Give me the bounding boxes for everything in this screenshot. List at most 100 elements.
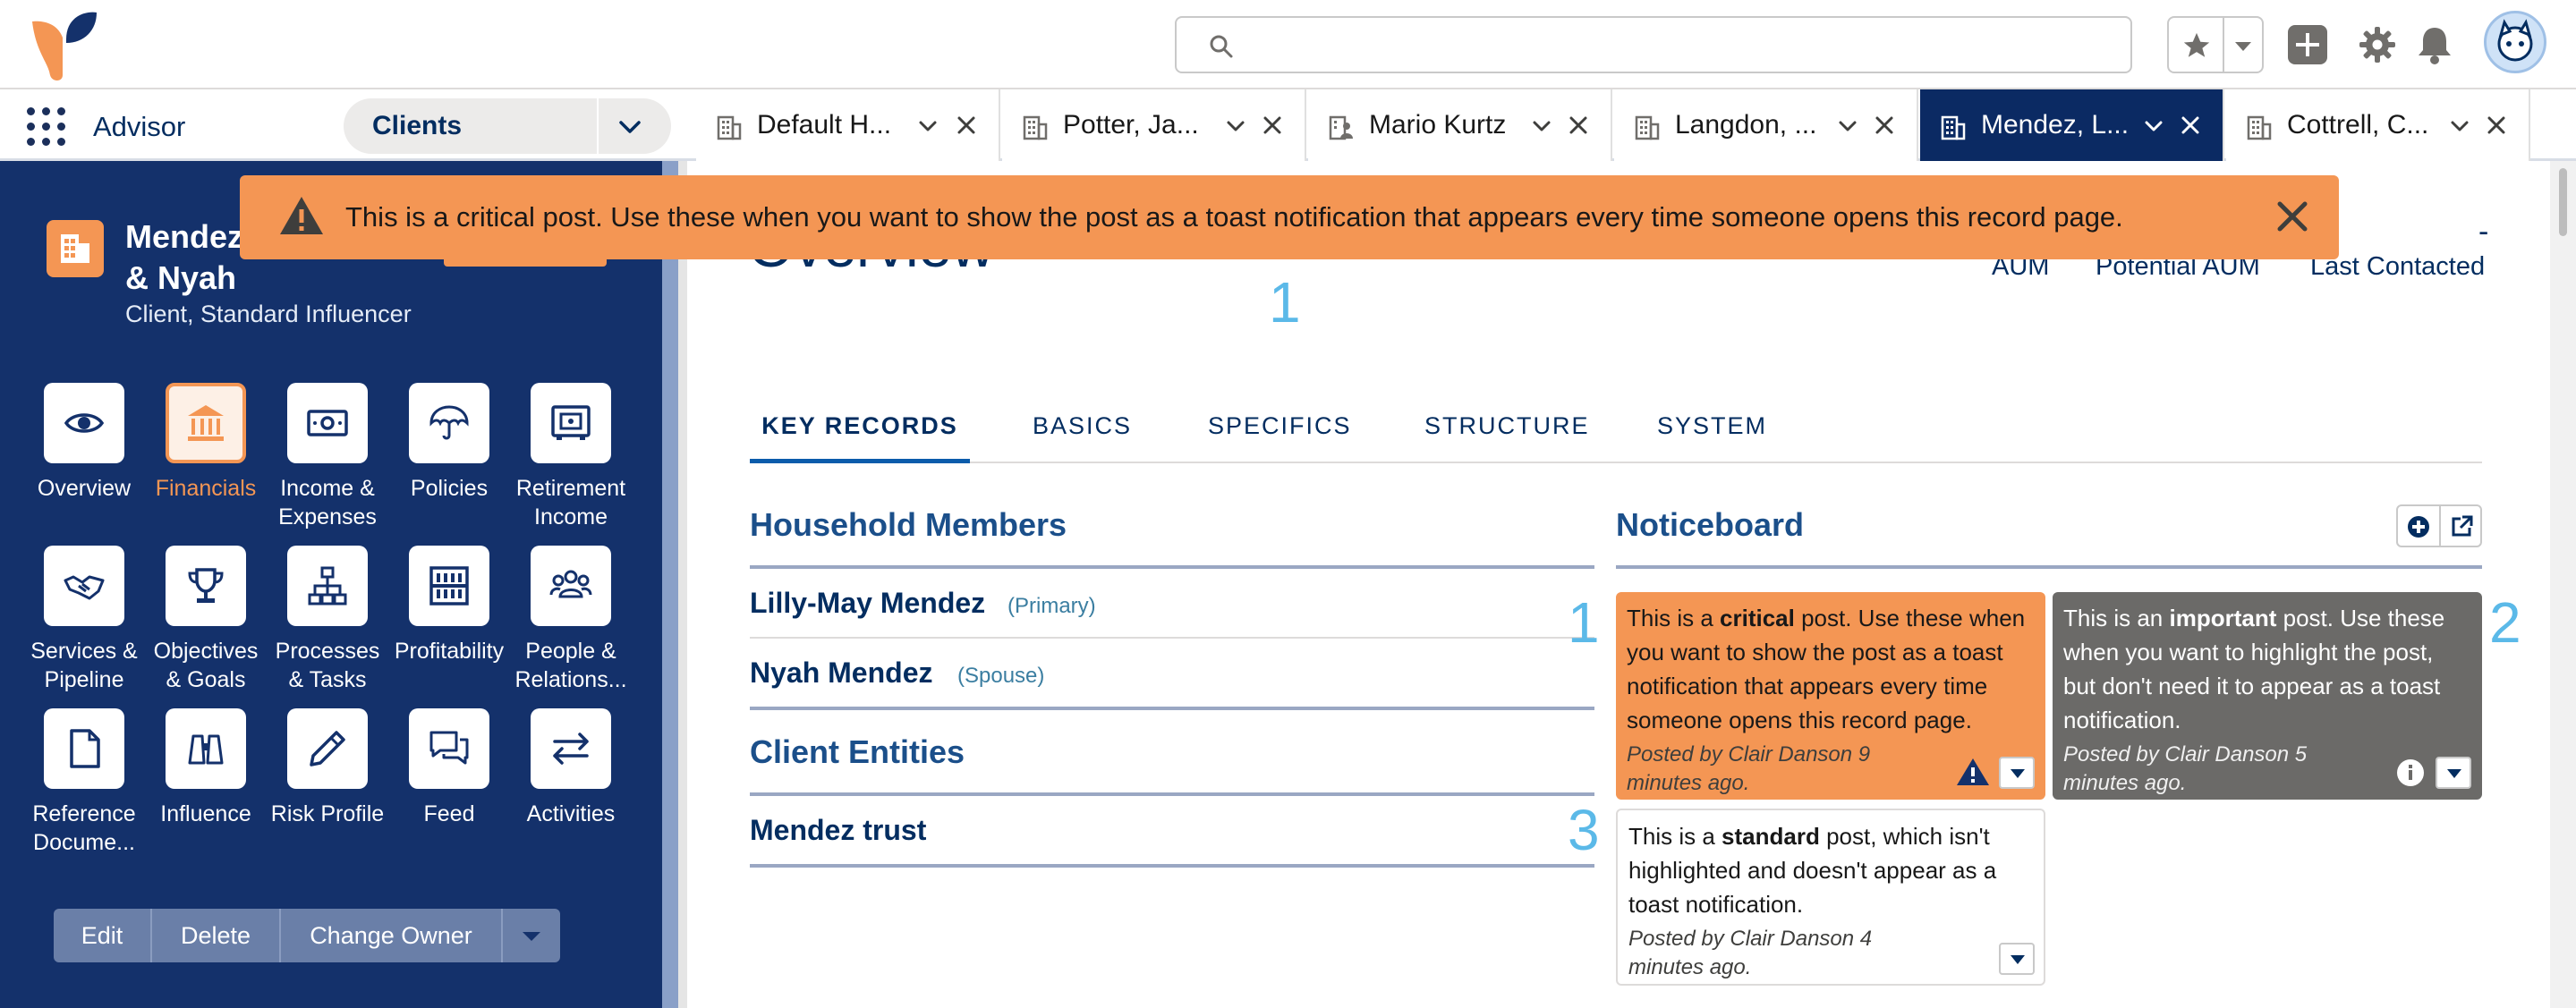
tile-box [409, 383, 489, 463]
tile-influence[interactable]: Influence [145, 708, 267, 828]
callout-number: 2 [2489, 590, 2521, 655]
add-icon[interactable] [2288, 25, 2327, 64]
tile-label: People & Relations... [514, 639, 627, 692]
object-selector[interactable]: Clients [344, 98, 671, 154]
close-icon[interactable] [1568, 114, 1589, 136]
divider [750, 565, 1594, 569]
gear-icon[interactable] [2359, 26, 2396, 64]
post-meta: Posted by Clair Danson 5 minutes ago. [2063, 742, 2308, 795]
tab-structure[interactable]: STRUCTURE [1424, 401, 1590, 463]
brand-logo[interactable] [27, 7, 98, 82]
tile-activities[interactable]: Activities [510, 708, 632, 828]
divider [750, 792, 1594, 796]
edit-button[interactable]: Edit [54, 909, 152, 962]
workspace-tab[interactable]: Langdon, ... [1614, 89, 1918, 161]
tile-risk-profile[interactable]: Risk Profile [267, 708, 388, 828]
more-actions-button[interactable] [503, 909, 560, 962]
post-priority: important [2169, 605, 2277, 631]
scrollbar-thumb[interactable] [2559, 168, 2567, 236]
astro-avatar-icon [2497, 19, 2533, 62]
tile-label: Feed [423, 801, 475, 826]
tile-services-pipeline[interactable]: Services & Pipeline [23, 546, 145, 694]
chevron-down-icon [2447, 769, 2461, 778]
delete-button[interactable]: Delete [152, 909, 281, 962]
tile-retirement-income[interactable]: Retirement Income [510, 383, 632, 531]
tile-box [531, 546, 611, 626]
post-menu-button[interactable] [1999, 757, 2035, 789]
chevron-down-icon[interactable] [617, 114, 642, 140]
workspace-tab-active[interactable]: Mendez, L... [1920, 89, 2224, 161]
change-owner-button[interactable]: Change Owner [281, 909, 503, 962]
bell-icon[interactable] [2416, 25, 2453, 64]
member-role: (Spouse) [957, 664, 1045, 688]
entity-name-link[interactable]: Mendez trust [750, 814, 926, 847]
tile-policies[interactable]: Policies [388, 383, 510, 503]
new-window-icon[interactable] [2450, 515, 2473, 538]
close-icon[interactable] [2274, 199, 2310, 234]
record-name-line2: & Nyah [125, 259, 237, 296]
tab-label: Mendez, L... [1981, 110, 2130, 140]
search-input[interactable] [1175, 16, 2132, 73]
tile-label: Activities [526, 801, 616, 826]
tile-income-expenses[interactable]: Income & Expenses [267, 383, 388, 531]
chevron-down-icon[interactable] [2450, 116, 2470, 136]
post-body: This is a standard post, which isn't hig… [1628, 819, 2033, 921]
chevron-down-icon[interactable] [918, 116, 938, 136]
tab-basics[interactable]: BASICS [1033, 401, 1132, 463]
tile-box [166, 383, 246, 463]
member-name-link[interactable]: Nyah Mendez [750, 656, 932, 690]
global-header [0, 0, 2576, 89]
tab-specifics[interactable]: SPECIFICS [1208, 401, 1352, 463]
chevron-down-icon[interactable] [2144, 116, 2164, 136]
add-circle-icon[interactable] [2407, 515, 2430, 538]
close-icon[interactable] [2486, 114, 2507, 136]
workspace-tab[interactable]: Potter, Ja... [1002, 89, 1306, 161]
avatar[interactable] [2484, 11, 2546, 73]
post-important: This is an important post. Use these whe… [2053, 592, 2482, 800]
tile-profitability[interactable]: Profitability [388, 546, 510, 665]
post-menu-button[interactable] [1999, 943, 2035, 975]
record-subtitle: Client, Standard Influencer [125, 301, 412, 327]
member-name-link[interactable]: Lilly-May Mendez [750, 587, 985, 620]
callout-number: 3 [1568, 798, 1600, 862]
post-menu-button[interactable] [2436, 757, 2471, 789]
tile-overview[interactable]: Overview [23, 383, 145, 503]
close-icon[interactable] [956, 114, 977, 136]
star-icon[interactable] [2181, 30, 2212, 61]
tile-financials[interactable]: Financials [145, 383, 267, 503]
app-launcher-icon[interactable] [27, 107, 66, 147]
toast-notification: This is a critical post. Use these when … [240, 175, 2339, 259]
chevron-down-icon[interactable] [1838, 116, 1858, 136]
tile-processes-tasks[interactable]: Processes & Tasks [267, 546, 388, 694]
tile-feed[interactable]: Feed [388, 708, 510, 828]
divider [2439, 506, 2441, 546]
tab-key-records[interactable]: KEY RECORDS [750, 401, 970, 463]
tab-system[interactable]: SYSTEM [1657, 401, 1767, 463]
tile-reference-documents[interactable]: Reference Docume... [23, 708, 145, 857]
divider [750, 864, 1594, 868]
close-icon[interactable] [1874, 114, 1895, 136]
toast-message: This is a critical post. Use these when … [345, 201, 2123, 233]
post-meta: Posted by Clair Danson 4 minutes ago. [1628, 927, 1873, 979]
workspace-tab[interactable]: Mario Kurtz [1308, 89, 1612, 161]
main-scrollbar[interactable] [2550, 161, 2576, 1008]
close-icon[interactable] [1262, 114, 1283, 136]
tile-label: Objectives & Goals [153, 639, 259, 692]
tile-objectives-goals[interactable]: Objectives & Goals [145, 546, 267, 694]
workspace-tab[interactable]: Default H... [696, 89, 1000, 161]
post-meta: Posted by Clair Danson 9 minutes ago. [1627, 742, 1871, 795]
chevron-down-icon[interactable] [2233, 39, 2253, 54]
workspace-tab[interactable]: Cottrell, C... [2226, 89, 2530, 161]
tile-label: Risk Profile [270, 801, 385, 826]
chevron-down-icon[interactable] [1226, 116, 1245, 136]
chevron-down-icon[interactable] [1532, 116, 1552, 136]
post-body: This is an important post. Use these whe… [2063, 601, 2471, 737]
person-icon [1329, 115, 1353, 140]
close-icon[interactable] [2180, 114, 2201, 136]
sidebar-scrollbar[interactable] [662, 161, 678, 1008]
member-role: (Primary) [1007, 594, 1096, 618]
bank-icon [188, 405, 224, 441]
divider [750, 637, 1594, 639]
divider [597, 98, 599, 154]
tile-people-relations[interactable]: People & Relations... [510, 546, 632, 694]
